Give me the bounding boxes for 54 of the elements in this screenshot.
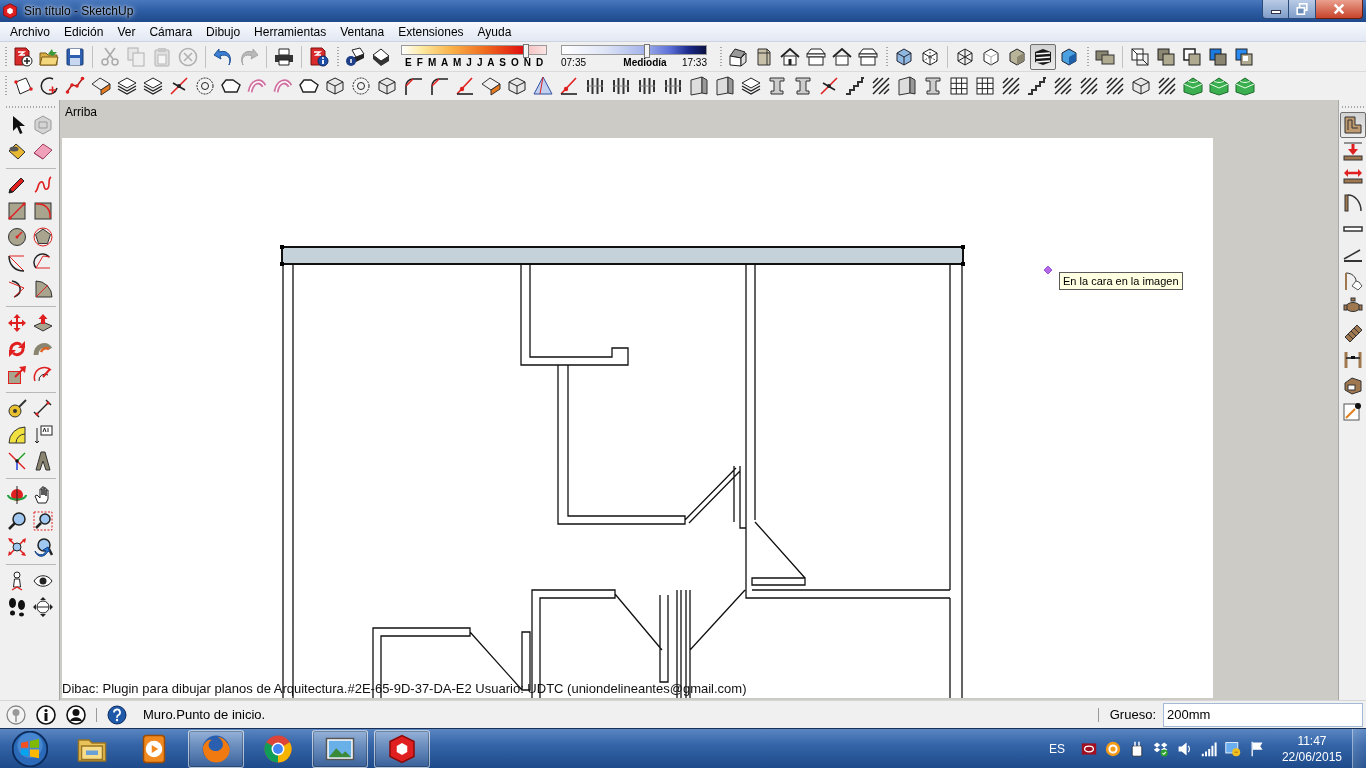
oval-badge-icon[interactable] — [1080, 740, 1097, 757]
help-icon[interactable] — [107, 704, 127, 725]
tooltip: En la cara en la imagen — [1059, 272, 1183, 290]
time-middle-label: Mediodía — [623, 57, 667, 68]
location-pin-icon[interactable] — [6, 704, 26, 725]
restore-icon — [1296, 3, 1308, 15]
app-logo-icon — [2, 3, 18, 19]
signal-bars-icon[interactable] — [1200, 740, 1217, 757]
ring-icon[interactable] — [1104, 740, 1121, 757]
flame-globe-icon[interactable] — [188, 729, 244, 768]
time-slider-track[interactable] — [561, 45, 707, 55]
time-start-label: 07:35 — [561, 57, 587, 68]
window-title: Sin título - SketchUp — [24, 4, 134, 18]
menu-item[interactable]: Extensiones — [391, 24, 471, 39]
month-slider-track[interactable] — [401, 45, 547, 55]
clock-time[interactable]: 11:47 — [1297, 732, 1327, 749]
language-indicator[interactable]: ES — [1048, 741, 1065, 756]
menu-item[interactable]: Edición — [57, 24, 111, 39]
speaker-icon[interactable] — [1176, 740, 1193, 757]
measurement-label: Grueso: — [1109, 707, 1156, 722]
menu-item[interactable]: Ayuda — [470, 24, 519, 39]
view-name: Arriba — [65, 105, 97, 119]
wall-outline-icon[interactable] — [1339, 112, 1366, 138]
measurement-field[interactable]: 200mm — [1163, 702, 1363, 727]
start-orb-icon[interactable] — [12, 730, 48, 767]
menu-item[interactable]: Ver — [110, 24, 143, 39]
clock-date[interactable]: 22/06/2015 — [1281, 748, 1342, 765]
close-button[interactable] — [1316, 0, 1363, 19]
info-icon[interactable] — [36, 704, 56, 725]
menu-item[interactable]: Dibujo — [199, 24, 248, 39]
time-end-label: 17:33 — [681, 57, 707, 68]
polygon-icon[interactable] — [30, 224, 56, 250]
highlighted-wall[interactable] — [280, 245, 965, 266]
menu-item[interactable]: Archivo — [3, 24, 57, 39]
menu-item[interactable]: Herramientas — [247, 24, 334, 39]
show-desktop-button[interactable] — [1352, 729, 1366, 768]
month-labels: E F M A M J J A S O N D — [404, 57, 545, 68]
landscape-picture-icon[interactable] — [312, 729, 368, 768]
menu-item[interactable]: Cámara — [142, 24, 200, 39]
window-badge-icon[interactable] — [1224, 740, 1241, 757]
minimize-button[interactable] — [1262, 0, 1289, 19]
striped-cube-icon[interactable] — [1030, 43, 1056, 70]
restore-button[interactable] — [1289, 0, 1316, 19]
minimize-icon — [1270, 10, 1281, 14]
inference-point-icon — [1043, 265, 1053, 275]
slider-thumb[interactable] — [643, 44, 650, 58]
magnifier-frame-icon[interactable] — [30, 508, 56, 534]
menu-item[interactable]: Ventana — [333, 24, 392, 39]
slider-thumb[interactable] — [522, 44, 529, 58]
close-icon — [1333, 3, 1345, 15]
user-icon[interactable] — [66, 704, 86, 725]
diamonds-check-icon[interactable] — [1152, 740, 1169, 757]
box-logo-icon[interactable] — [374, 729, 430, 768]
status-message: Muro.Punto de inicio. — [143, 707, 266, 722]
